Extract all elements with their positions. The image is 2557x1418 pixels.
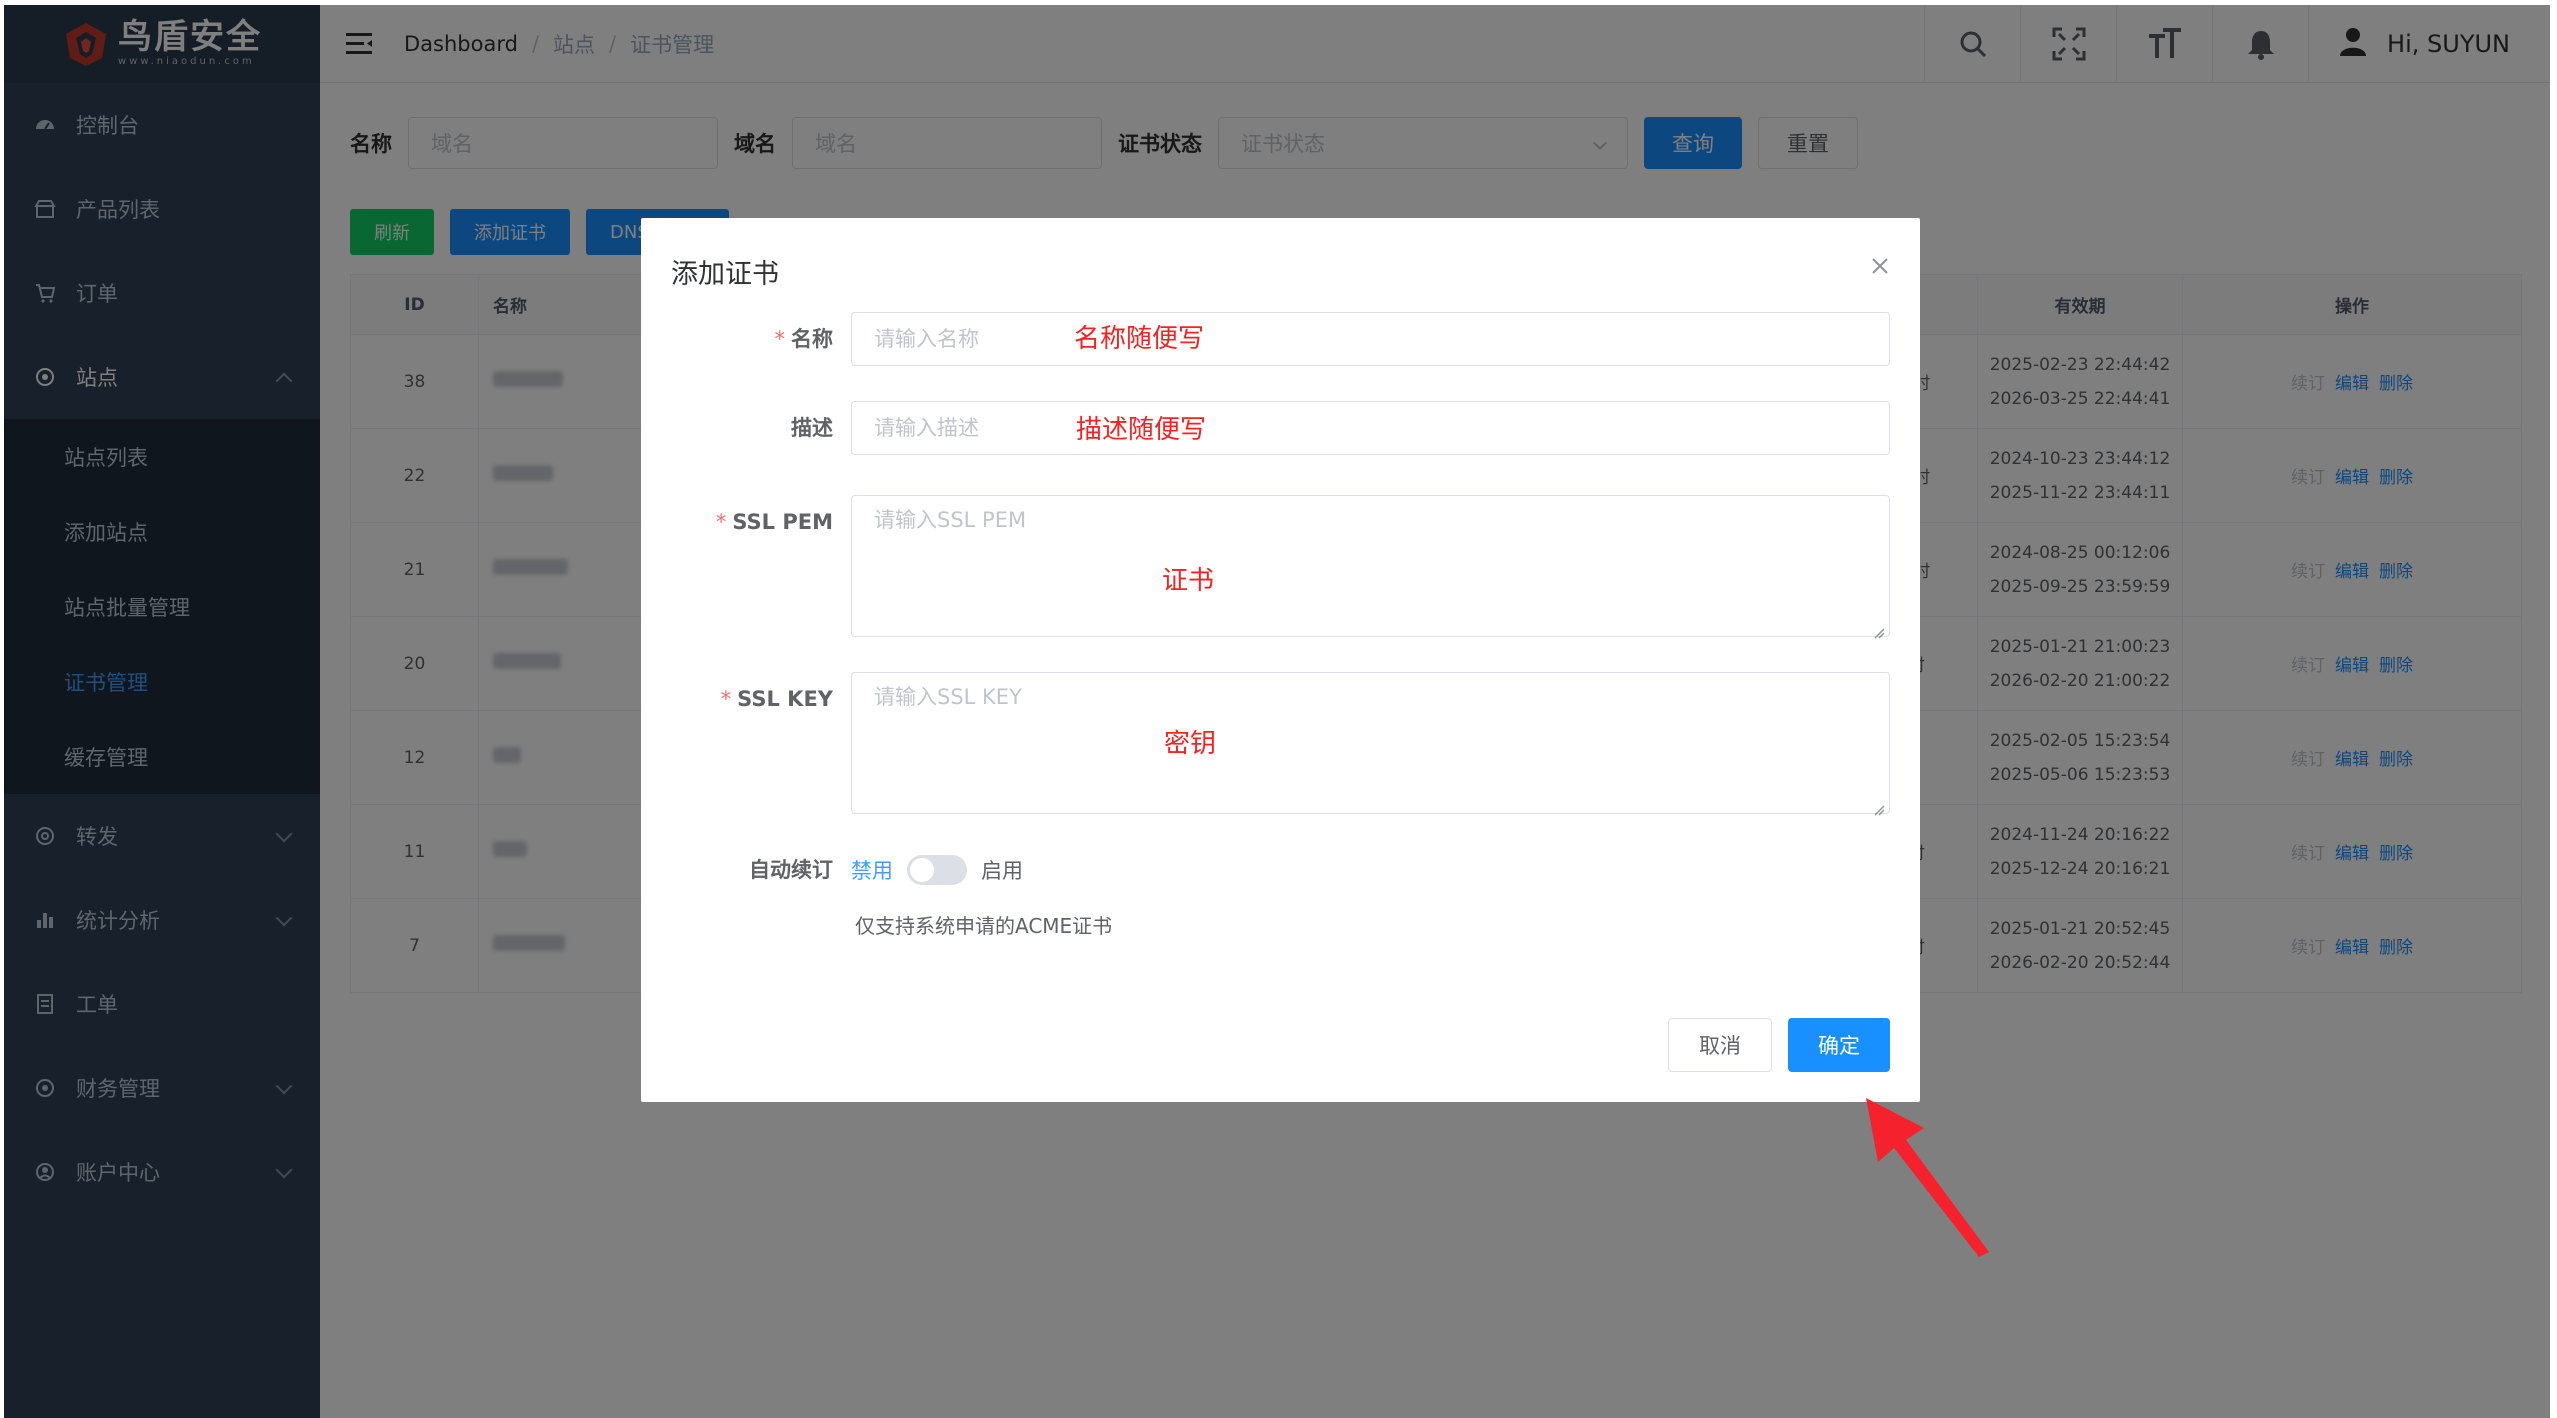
dialog-title: 添加证书 xyxy=(671,259,779,290)
ssl-pem-textarea[interactable]: 请输入SSL PEM 证书 xyxy=(851,495,1890,639)
key-field-label: * SSL KEY xyxy=(720,687,833,711)
confirm-button[interactable]: 确定 xyxy=(1788,1018,1890,1072)
resize-handle-icon[interactable] xyxy=(1873,620,1885,639)
toggle-switch[interactable] xyxy=(907,855,967,885)
acme-hint: 仅支持系统申请的ACME证书 xyxy=(855,914,1113,938)
annotation-name: 名称随便写 xyxy=(1074,324,1205,354)
ssl-key-textarea[interactable]: 请输入SSL KEY 密钥 xyxy=(851,672,1890,816)
annotation-key: 密钥 xyxy=(1164,729,1217,759)
pem-field-label: * SSL PEM xyxy=(715,510,833,534)
switch-off-label: 禁用 xyxy=(851,859,893,883)
annotation-desc: 描述随便写 xyxy=(1076,415,1207,445)
cert-desc-input[interactable]: 请输入描述 描述随便写 xyxy=(851,401,1890,455)
add-cert-dialog: 添加证书 * 名称 请输入名称 名称随便写 描述 请输入描述 描述随便写 * SSL… xyxy=(641,218,1920,1102)
cert-name-placeholder: 请输入名称 xyxy=(874,327,979,351)
cert-name-input[interactable]: 请输入名称 名称随便写 xyxy=(851,312,1890,366)
app-window: 鸟盾安全 www.niaodun.com 控制台 产品列表 订单 站点 站点列表… xyxy=(4,5,2550,1418)
auto-renew-label: 自动续订 xyxy=(749,858,833,882)
ssl-key-placeholder: 请输入SSL KEY xyxy=(874,685,1022,709)
close-icon[interactable] xyxy=(1870,256,1890,276)
resize-handle-icon[interactable] xyxy=(1873,797,1885,816)
cancel-button[interactable]: 取消 xyxy=(1668,1018,1772,1072)
annotation-arrow-icon xyxy=(1866,1098,1989,1257)
name-field-label: * 名称 xyxy=(774,327,834,351)
annotation-pem: 证书 xyxy=(1162,566,1215,596)
switch-on-label: 启用 xyxy=(981,859,1023,883)
ssl-pem-placeholder: 请输入SSL PEM xyxy=(874,508,1027,532)
desc-field-label: 描述 xyxy=(791,416,833,440)
cert-desc-placeholder: 请输入描述 xyxy=(874,416,979,440)
auto-renew-switch[interactable]: 禁用 启用 xyxy=(851,850,1023,890)
